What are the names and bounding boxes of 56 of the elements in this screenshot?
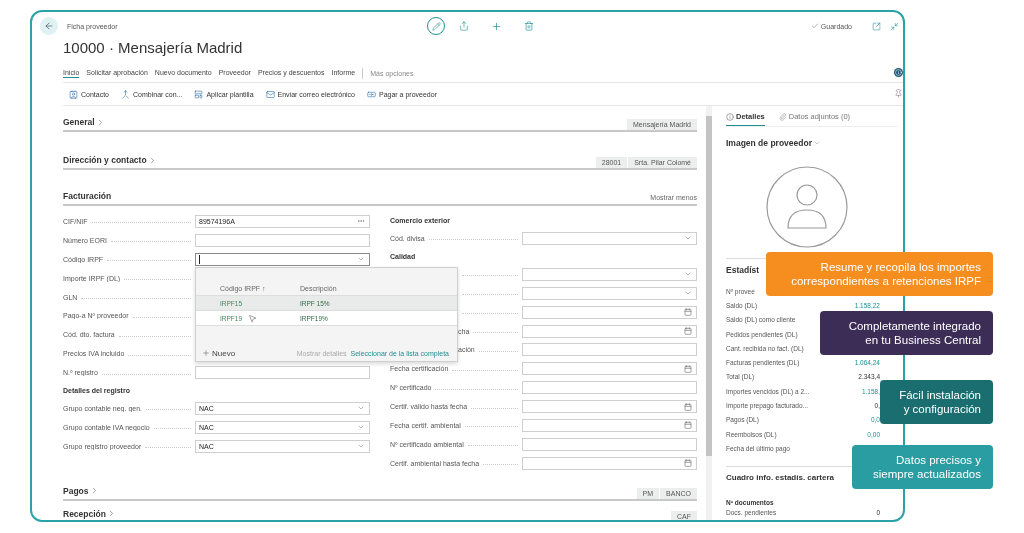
calendar-icon (684, 459, 692, 468)
input-field[interactable] (522, 437, 697, 451)
section-header[interactable]: Pagos (63, 485, 99, 499)
date-field[interactable] (522, 324, 697, 338)
date-field[interactable] (522, 305, 697, 319)
section-header[interactable]: Recepción (63, 508, 116, 520)
back-button[interactable] (40, 17, 58, 35)
date-field[interactable] (522, 362, 697, 376)
portfolio-heading: Cuadro info. estadís. cartera (726, 472, 835, 484)
check-icon (810, 22, 819, 30)
collapse-icon[interactable] (890, 21, 899, 31)
chevron-down-icon[interactable] (812, 139, 821, 147)
scrollbar[interactable] (706, 106, 712, 520)
paperclip-icon[interactable] (778, 112, 787, 121)
dropdown-field[interactable] (522, 231, 697, 245)
template-icon[interactable] (194, 89, 204, 99)
input-field[interactable] (195, 366, 370, 380)
feature-callout: Completamente integrado en tu Business Central (820, 311, 993, 355)
dropdown-field[interactable] (522, 267, 697, 281)
date-field[interactable] (522, 418, 697, 432)
statistics-heading: Estadíst (726, 265, 760, 277)
plus-icon[interactable] (491, 20, 502, 32)
chevron-right-icon (107, 509, 116, 519)
contact-card-icon[interactable] (69, 89, 78, 99)
input-field[interactable] (195, 233, 370, 247)
feature-callout: Fácil instalación y configuración (880, 380, 993, 424)
section-header[interactable]: Dirección y contacto (63, 155, 157, 168)
calendar-icon (684, 308, 692, 317)
input-field[interactable] (522, 343, 697, 357)
page-title: 10000 · Mensajería Madrid (63, 40, 244, 56)
dropdown-field[interactable] (522, 286, 697, 300)
back-arrow-icon[interactable] (44, 21, 54, 31)
date-field[interactable] (522, 400, 697, 414)
calendar-icon (684, 364, 692, 373)
section-header[interactable]: Facturación (63, 191, 112, 204)
feature-callout: Datos precisos y siempre actualizados (852, 445, 993, 489)
plus-icon[interactable] (202, 349, 210, 357)
trash-icon[interactable] (524, 21, 534, 31)
pencil-icon[interactable] (431, 21, 441, 31)
calendar-icon (684, 421, 692, 430)
calendar-icon (684, 402, 692, 411)
calendar-icon (684, 327, 692, 335)
new-button[interactable]: Nuevo (202, 348, 236, 358)
input-field[interactable] (522, 381, 697, 395)
banknote-icon[interactable] (367, 89, 376, 99)
merge-icon[interactable] (121, 89, 131, 99)
share-icon[interactable] (459, 21, 469, 31)
mail-icon[interactable] (265, 89, 275, 99)
picture-heading[interactable]: Imagen de proveedor (726, 138, 821, 148)
section-header[interactable]: General (63, 117, 105, 130)
date-field[interactable] (522, 456, 697, 470)
dropdown-field[interactable] (195, 252, 370, 266)
feature-callout: Resume y recopila los importes correspondientes a retenciones IRPF (766, 252, 993, 296)
open-new-window-icon[interactable] (872, 21, 881, 31)
pin-icon[interactable] (894, 89, 903, 98)
edit-button[interactable] (427, 17, 445, 35)
